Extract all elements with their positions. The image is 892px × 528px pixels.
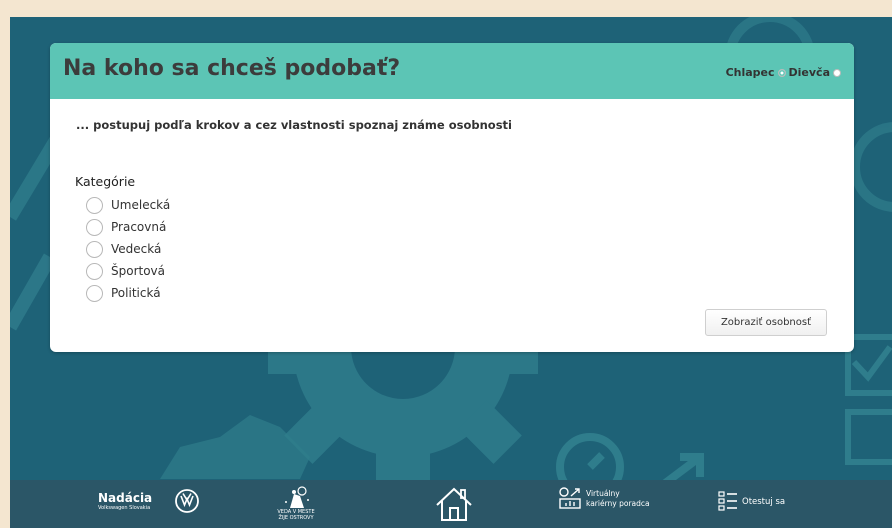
veda-v-meste-logo[interactable]: VEDA V MESTE ŽIJE OSTROVY [272, 484, 318, 526]
main-card: Na koho sa chceš podobať? Chlapec Dievča… [50, 43, 854, 352]
career-advisor-icon [559, 487, 581, 509]
category-option-vedecka[interactable]: Vedecká [86, 238, 170, 260]
veda-text: VEDA V MESTE ŽIJE OSTROVY [277, 509, 315, 521]
app-stage: Na koho sa chceš podobať? Chlapec Dievča… [10, 17, 892, 528]
category-option-label: Športová [111, 264, 166, 278]
category-option-umelecka[interactable]: Umelecká [86, 194, 170, 216]
radio-circle[interactable] [86, 240, 103, 258]
category-option-label: Politická [111, 286, 161, 300]
map-decoration [160, 415, 310, 479]
checklist-icon [718, 491, 737, 511]
category-option-pracovna[interactable]: Pracovná [86, 216, 170, 238]
radio-circle[interactable] [86, 196, 103, 214]
virtual-career-advisor-link[interactable]: Virtuálny kariérny poradca [558, 486, 650, 510]
show-personality-button[interactable]: Zobraziť osobnosť [705, 309, 827, 336]
category-heading: Kategórie [75, 174, 136, 189]
otestuj-sa-link[interactable]: Otestuj sa [718, 491, 785, 513]
category-radio-group: Umelecká Pracovná Vedecká Športová Polit… [86, 194, 170, 304]
category-option-politicka[interactable]: Politická [86, 282, 170, 304]
category-option-sportova[interactable]: Športová [86, 260, 170, 282]
virtual-line1: Virtuálny [586, 489, 620, 498]
nadacia-logo[interactable]: Nadácia Volkswagen Slovakia [98, 492, 152, 512]
radio-circle[interactable] [86, 284, 103, 302]
gender-label-boy[interactable]: Chlapec [726, 66, 775, 79]
volkswagen-logo-icon[interactable] [175, 489, 199, 513]
footer-bar: Nadácia Volkswagen Slovakia VEDA V MESTE… [10, 480, 892, 528]
checkbox-decoration [845, 334, 892, 465]
radio-circle[interactable] [86, 262, 103, 280]
home-icon[interactable] [434, 485, 474, 523]
gender-selector: Chlapec Dievča [726, 66, 844, 79]
gender-radio-boy[interactable] [777, 68, 786, 77]
page-title: Na koho sa chceš podobať? [63, 56, 401, 81]
arrow-decoration [662, 453, 704, 480]
category-option-label: Vedecká [111, 242, 162, 256]
otestuj-label: Otestuj sa [742, 497, 786, 507]
category-option-label: Umelecká [111, 198, 171, 212]
veda-figure-icon [285, 486, 309, 508]
virtual-line2: kariérny poradca [586, 499, 650, 508]
nadacia-title: Nadácia [98, 491, 153, 505]
card-header: Na koho sa chceš podobať? Chlapec Dievča [50, 43, 854, 99]
radio-circle[interactable] [86, 218, 103, 236]
clock-decoration [556, 433, 624, 480]
instructions-text: ... postupuj podľa krokov a cez vlastnos… [76, 118, 512, 132]
category-option-label: Pracovná [111, 220, 167, 234]
gender-radio-girl[interactable] [833, 68, 841, 77]
nadacia-subtitle: Volkswagen Slovakia [98, 505, 151, 511]
gender-label-girl[interactable]: Dievča [789, 66, 830, 79]
